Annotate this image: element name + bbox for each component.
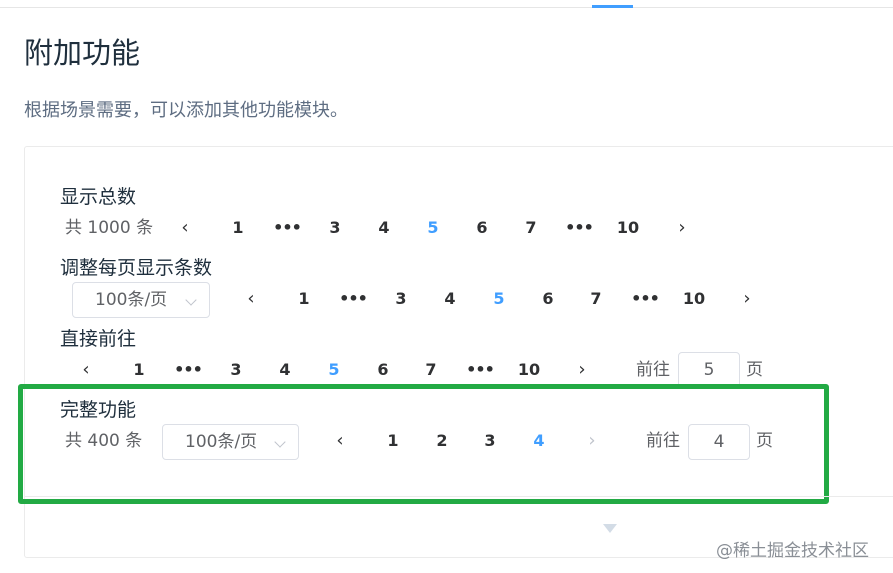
next-page-button[interactable]: › <box>672 211 692 245</box>
active-tab-indicator <box>592 5 633 8</box>
section-title-sizes: 调整每页显示条数 <box>60 257 213 279</box>
page-number[interactable]: 4 <box>270 353 300 387</box>
more-pages-icon[interactable]: ••• <box>630 282 660 316</box>
tab-bar-divider <box>0 7 893 8</box>
next-page-button[interactable]: › <box>737 282 757 316</box>
page-number[interactable]: 3 <box>221 353 251 387</box>
page-number-active[interactable]: 5 <box>484 282 514 316</box>
next-page-button[interactable]: › <box>572 353 592 387</box>
page-title: 附加功能 <box>24 36 141 70</box>
page-number[interactable]: 1 <box>223 211 253 245</box>
more-pages-icon[interactable]: ••• <box>564 211 594 245</box>
more-pages-icon[interactable]: ••• <box>272 211 302 245</box>
page-unit-label: 页 <box>746 360 763 380</box>
page-number[interactable]: 6 <box>368 353 398 387</box>
page-number[interactable]: 7 <box>416 353 446 387</box>
goto-page-input[interactable] <box>678 352 740 388</box>
page-number-active[interactable]: 5 <box>418 211 448 245</box>
demo-footer-divider <box>24 496 893 497</box>
more-pages-icon[interactable]: ••• <box>173 353 203 387</box>
page-number[interactable]: 3 <box>320 211 350 245</box>
prev-page-button[interactable]: ‹ <box>175 211 195 245</box>
page-number-active[interactable]: 5 <box>319 353 349 387</box>
page-number[interactable]: 10 <box>514 353 544 387</box>
page-number[interactable]: 7 <box>581 282 611 316</box>
chevron-down-icon <box>185 294 197 306</box>
page-size-select[interactable]: 100条/页 <box>72 282 210 318</box>
page-number[interactable]: 4 <box>369 211 399 245</box>
page-number[interactable]: 1 <box>289 282 319 316</box>
page-size-value: 100条/页 <box>95 290 168 310</box>
caret-down-icon[interactable] <box>603 524 617 533</box>
page-number[interactable]: 10 <box>679 282 709 316</box>
prev-page-button[interactable]: ‹ <box>241 282 261 316</box>
page-number[interactable]: 6 <box>533 282 563 316</box>
page-number[interactable]: 1 <box>124 353 154 387</box>
more-pages-icon[interactable]: ••• <box>338 282 368 316</box>
section-title-total: 显示总数 <box>60 186 137 208</box>
watermark: @稀土掘金技术社区 <box>716 541 869 561</box>
section-title-jumper: 直接前往 <box>60 328 137 350</box>
more-pages-icon[interactable]: ••• <box>465 353 495 387</box>
page-number[interactable]: 3 <box>386 282 416 316</box>
page-number[interactable]: 4 <box>435 282 465 316</box>
page-number[interactable]: 10 <box>613 211 643 245</box>
page-number[interactable]: 7 <box>516 211 546 245</box>
total-count: 共 1000 条 <box>65 218 154 238</box>
page-number[interactable]: 6 <box>467 211 497 245</box>
prev-page-button[interactable]: ‹ <box>76 353 96 387</box>
goto-label: 前往 <box>636 360 670 380</box>
highlight-box <box>18 384 829 504</box>
page-description: 根据场景需要，可以添加其他功能模块。 <box>24 100 348 121</box>
